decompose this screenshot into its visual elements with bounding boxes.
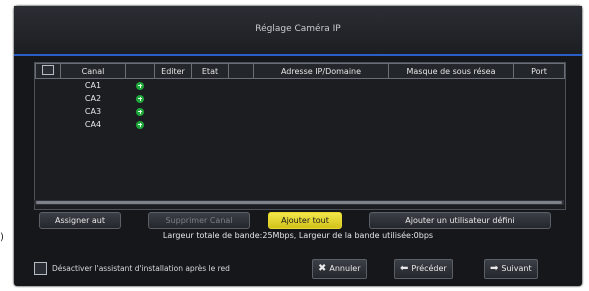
- next-label: Suivant: [501, 264, 532, 273]
- plus-circle-icon[interactable]: [136, 81, 144, 90]
- col-editer[interactable]: Editer: [154, 63, 192, 79]
- horizontal-scrollbar[interactable]: [34, 200, 564, 205]
- add-all-button[interactable]: Ajouter tout: [268, 212, 342, 229]
- add-user-defined-button[interactable]: Ajouter un utilisateur défini: [369, 212, 551, 229]
- canal-cell: CA4: [84, 120, 102, 129]
- next-button[interactable]: ➡ Suivant: [484, 259, 538, 279]
- left-edge-text: ): [0, 232, 4, 243]
- close-icon: ✖: [318, 263, 327, 274]
- col-mask[interactable]: Masque de sous résea: [388, 63, 514, 79]
- dialog-titlebar: Réglage Caméra IP: [14, 6, 582, 56]
- col-blank-2: [228, 63, 254, 79]
- col-port[interactable]: Port: [513, 63, 565, 79]
- bandwidth-info: Largeur totale de bande:25Mbps, Largeur …: [162, 231, 434, 240]
- table-row[interactable]: CA3: [36, 105, 565, 118]
- canal-cell: CA1: [84, 81, 102, 90]
- col-blank: [125, 63, 155, 79]
- camera-table: Canal Editer Etat Adresse IP/Domaine Mas…: [35, 63, 565, 131]
- dialog-title: Réglage Caméra IP: [255, 24, 341, 34]
- camera-table-panel: Canal Editer Etat Adresse IP/Domaine Mas…: [34, 62, 566, 210]
- canal-cell: CA3: [84, 107, 102, 116]
- plus-circle-icon[interactable]: [136, 94, 144, 103]
- disable-wizard-label: Désactiver l'assistant d'installation ap…: [52, 264, 230, 273]
- arrow-left-icon: ⬅: [400, 263, 409, 274]
- previous-label: Précéder: [411, 264, 447, 273]
- canal-cell: CA2: [84, 94, 102, 103]
- plus-circle-icon[interactable]: [136, 107, 144, 116]
- arrow-right-icon: ➡: [490, 263, 499, 274]
- table-row[interactable]: CA4: [36, 118, 565, 131]
- table-row[interactable]: CA2: [36, 92, 565, 105]
- ip-camera-dialog: Réglage Caméra IP Canal Editer Etat Adre…: [14, 6, 582, 286]
- cancel-button[interactable]: ✖ Annuler: [312, 259, 367, 279]
- col-etat[interactable]: Etat: [191, 63, 229, 79]
- delete-channel-button[interactable]: Supprimer Canal: [148, 212, 250, 229]
- table-row[interactable]: CA1: [36, 79, 565, 93]
- previous-button[interactable]: ⬅ Précéder: [394, 259, 453, 279]
- disable-wizard-checkbox[interactable]: [34, 262, 47, 275]
- assign-auto-button[interactable]: Assigner aut: [39, 212, 121, 229]
- col-ip[interactable]: Adresse IP/Domaine: [253, 63, 389, 79]
- col-canal[interactable]: Canal: [60, 63, 126, 79]
- select-all-header[interactable]: [35, 63, 61, 79]
- select-all-checkbox[interactable]: [42, 65, 54, 75]
- cancel-label: Annuler: [329, 264, 361, 273]
- scrollbar-thumb[interactable]: [36, 201, 562, 204]
- plus-circle-icon[interactable]: [136, 120, 144, 129]
- table-header-row: Canal Editer Etat Adresse IP/Domaine Mas…: [35, 63, 565, 79]
